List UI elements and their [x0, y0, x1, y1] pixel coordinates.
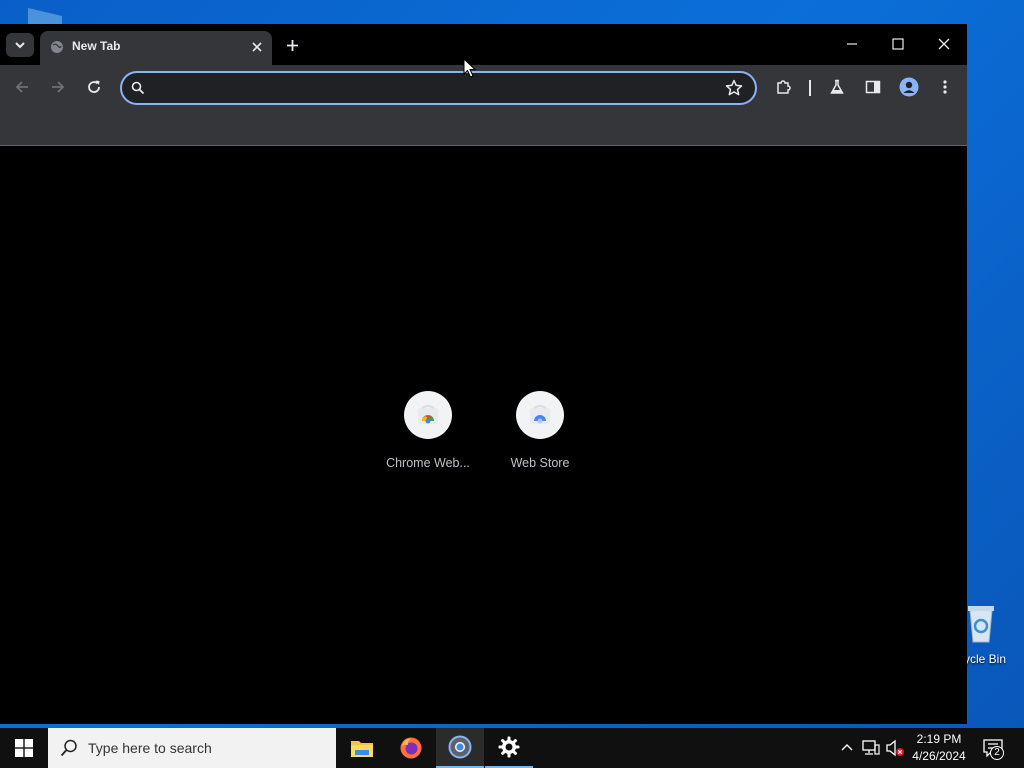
chrome-icon	[448, 735, 472, 759]
new-tab-page: Chrome Web... Web Store	[0, 146, 967, 724]
back-button[interactable]	[9, 74, 35, 100]
volume-muted-icon	[886, 739, 904, 757]
clock-date: 4/26/2024	[912, 749, 966, 763]
bookmarks-bar	[0, 110, 967, 146]
reload-icon	[88, 80, 100, 93]
taskbar-settings[interactable]	[485, 728, 533, 768]
arrow-right-icon	[52, 81, 65, 93]
close-icon	[252, 42, 262, 52]
labs-button[interactable]	[824, 74, 850, 100]
minimize-icon	[847, 43, 857, 45]
tab-title: New Tab	[72, 39, 121, 53]
shortcut-web-store[interactable]: Web Store	[484, 391, 596, 481]
network-icon	[862, 740, 880, 755]
clock-time: 2:19 PM	[916, 732, 962, 746]
browser-window: New Tab Chrome Web... Web Store	[0, 24, 967, 724]
close-window-button[interactable]	[921, 30, 967, 58]
new-tab-button[interactable]	[280, 34, 304, 56]
tab-close-button[interactable]	[248, 38, 266, 56]
toolbar-divider	[809, 80, 811, 96]
menu-button[interactable]	[932, 74, 958, 100]
taskbar: 2:19 PM 4/26/2024 2	[0, 728, 1024, 768]
address-input[interactable]	[156, 78, 716, 98]
tab-new-tab[interactable]: New Tab	[40, 31, 272, 65]
globe-icon	[51, 41, 63, 53]
shortcut-tile	[404, 391, 452, 439]
shortcut-label: Web Store	[510, 456, 570, 470]
close-icon	[938, 38, 950, 50]
maximize-icon	[892, 38, 904, 50]
tray-network-button[interactable]	[861, 738, 881, 758]
star-icon[interactable]	[725, 79, 743, 97]
chevron-down-icon	[15, 42, 25, 49]
taskbar-chrome[interactable]	[436, 728, 484, 768]
start-button[interactable]	[0, 728, 48, 768]
shortcut-tile	[516, 391, 564, 439]
taskbar-search-input[interactable]	[88, 738, 328, 758]
web-store-icon	[530, 405, 550, 424]
taskbar-clock[interactable]: 2:19 PM 4/26/2024	[906, 731, 972, 765]
side-panel-button[interactable]	[860, 74, 886, 100]
more-vert-icon	[943, 80, 947, 94]
taskbar-file-explorer[interactable]	[338, 728, 386, 768]
side-panel-icon	[865, 80, 881, 94]
search-icon	[131, 81, 145, 95]
taskbar-search-box[interactable]	[48, 728, 336, 768]
puzzle-icon	[777, 80, 791, 94]
firefox-icon	[400, 737, 422, 759]
taskbar-firefox[interactable]	[387, 728, 435, 768]
recycle-bin[interactable]: ycle Bin	[960, 600, 1024, 670]
maximize-button[interactable]	[875, 30, 921, 58]
forward-button[interactable]	[45, 74, 71, 100]
shortcut-label: Chrome Web...	[386, 456, 470, 470]
tab-strip: New Tab	[0, 24, 967, 65]
extensions-button[interactable]	[771, 74, 797, 100]
chevron-up-icon	[841, 744, 853, 751]
notification-count-badge: 2	[990, 746, 1004, 760]
flask-icon	[830, 79, 844, 94]
browser-toolbar	[0, 65, 967, 110]
chrome-web-store-icon	[418, 405, 438, 424]
recycle-bin-label: ycle Bin	[964, 652, 1007, 666]
plus-icon	[286, 39, 298, 51]
mouse-cursor-icon	[463, 58, 477, 78]
search-icon	[60, 739, 77, 757]
shortcut-chrome-web-store[interactable]: Chrome Web...	[372, 391, 484, 481]
tab-search-button[interactable]	[6, 33, 34, 57]
recycle-bin-icon	[968, 606, 994, 643]
profile-button[interactable]	[896, 74, 922, 100]
arrow-left-icon	[15, 81, 28, 93]
tray-overflow-button[interactable]	[837, 738, 857, 758]
tray-volume-button[interactable]	[885, 738, 905, 758]
profile-icon	[899, 77, 919, 97]
folder-icon	[351, 741, 373, 757]
reload-button[interactable]	[81, 74, 107, 100]
minimize-button[interactable]	[829, 30, 875, 58]
gear-icon	[498, 736, 520, 758]
windows-logo-icon	[15, 739, 33, 757]
address-bar[interactable]	[120, 71, 757, 105]
